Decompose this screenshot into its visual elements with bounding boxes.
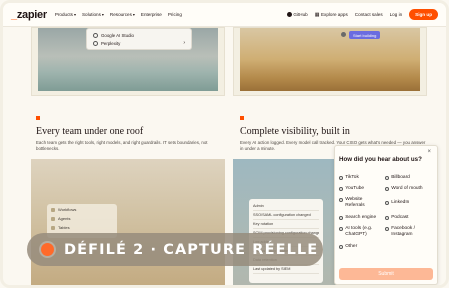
- log-row: Key rotation: [253, 220, 319, 229]
- github-icon: [286, 12, 292, 17]
- capture-overlay-badge: DÉFILÉ 2 · CAPTURE RÉELLE: [27, 233, 323, 266]
- option-podcast[interactable]: Podcast: [385, 215, 437, 221]
- option-tiktok[interactable]: TikTok: [339, 175, 385, 181]
- workflow-icon: [51, 207, 55, 212]
- panel-item: Agents: [51, 216, 113, 221]
- explore-apps-link[interactable]: ▦ Explore apps: [315, 12, 348, 18]
- section-heading-teams: Every team under one roof: [36, 126, 144, 137]
- option-word-of-mouth[interactable]: Word of mouth: [385, 186, 437, 192]
- radio-icon: [385, 175, 390, 180]
- top-nav: _zapier Products ▾ Solutions ▾ Resources ▾ …: [3, 3, 446, 27]
- survey-popup: × How did you hear about us? TikTok YouT…: [334, 145, 438, 285]
- assistant-icon: [341, 32, 346, 37]
- radio-icon: [339, 244, 344, 249]
- option-search-engine[interactable]: Search engine: [339, 215, 385, 221]
- panel-item: Tables: [51, 225, 113, 230]
- option-youtube[interactable]: YouTube: [339, 186, 385, 192]
- chevron-down-icon: ▾: [132, 12, 135, 17]
- section-heading-visibility: Complete visibility, built in: [240, 126, 350, 137]
- table-icon: [51, 225, 55, 230]
- google-icon: [93, 32, 98, 38]
- grid-icon: ▦: [314, 11, 320, 18]
- nav-solutions[interactable]: Solutions ▾: [82, 12, 104, 17]
- menu-item-google-ai-studio[interactable]: Google AI Studio: [93, 31, 185, 39]
- radio-icon: [385, 200, 390, 205]
- submit-button[interactable]: Submit: [339, 268, 433, 280]
- agent-icon: [51, 216, 55, 221]
- github-link[interactable]: GitHub: [286, 12, 308, 17]
- log-row: SSO/SAML configuration changed: [253, 211, 319, 220]
- radio-icon: [385, 226, 390, 231]
- nav-right: GitHub ▦ Explore apps Contact sales Log i…: [286, 9, 438, 20]
- panel-item: Workflows: [51, 207, 113, 212]
- nav-enterprise[interactable]: Enterprise: [141, 12, 162, 17]
- perplexity-icon: [93, 40, 98, 46]
- radio-icon: [339, 215, 344, 220]
- login-link[interactable]: Log in: [390, 12, 403, 17]
- radio-icon: [385, 215, 390, 220]
- section-body-teams: Each team gets the right tools, right mo…: [36, 140, 208, 151]
- zapier-logo[interactable]: _zapier: [11, 9, 47, 21]
- log-row: Admin: [253, 202, 319, 211]
- overlay-label: DÉFILÉ 2 · CAPTURE RÉELLE: [64, 241, 319, 258]
- option-website-referrals[interactable]: Website Referrals: [339, 197, 379, 208]
- signup-button[interactable]: Sign up: [409, 9, 438, 20]
- start-building-button[interactable]: Start building: [349, 31, 381, 39]
- page-frame: _zapier Products ▾ Solutions ▾ Resources ▾ …: [0, 0, 449, 288]
- sand-image: [240, 28, 420, 91]
- option-facebook-instagram[interactable]: Facebook / Instagram: [385, 226, 433, 237]
- nav-products[interactable]: Products ▾: [55, 12, 76, 17]
- radio-icon: [339, 175, 344, 180]
- menu-item-perplexity[interactable]: Perplexity ›: [93, 39, 185, 47]
- radio-icon: [385, 186, 390, 191]
- option-ai-tools[interactable]: AI tools (e.g. ChatGPT): [339, 226, 381, 237]
- record-dot-icon: [41, 243, 54, 256]
- survey-question: How did you hear about us?: [339, 156, 422, 163]
- option-billboard[interactable]: Billboard: [385, 175, 437, 181]
- radio-icon: [339, 186, 344, 191]
- radio-icon: [339, 226, 344, 231]
- contact-sales-link[interactable]: Contact sales: [355, 12, 383, 17]
- close-icon[interactable]: ×: [427, 149, 431, 155]
- radio-icon: [339, 197, 344, 202]
- section-marker: [240, 116, 244, 120]
- top-left-card: Google AI Studio Perplexity ›: [31, 27, 225, 96]
- option-linkedin[interactable]: LinkedIn: [385, 200, 437, 206]
- nav-resources[interactable]: Resources ▾: [110, 12, 135, 17]
- chevron-right-icon: ›: [183, 40, 185, 46]
- section-marker: [36, 116, 40, 120]
- option-other[interactable]: Other: [339, 244, 385, 250]
- top-right-card: [233, 27, 427, 96]
- chevron-down-icon: ▾: [101, 12, 104, 17]
- log-row: Last updated by SIEM: [253, 265, 319, 274]
- nav-pricing[interactable]: Pricing: [168, 12, 182, 17]
- model-menu: Google AI Studio Perplexity ›: [86, 28, 192, 50]
- chevron-down-icon: ▾: [73, 12, 76, 17]
